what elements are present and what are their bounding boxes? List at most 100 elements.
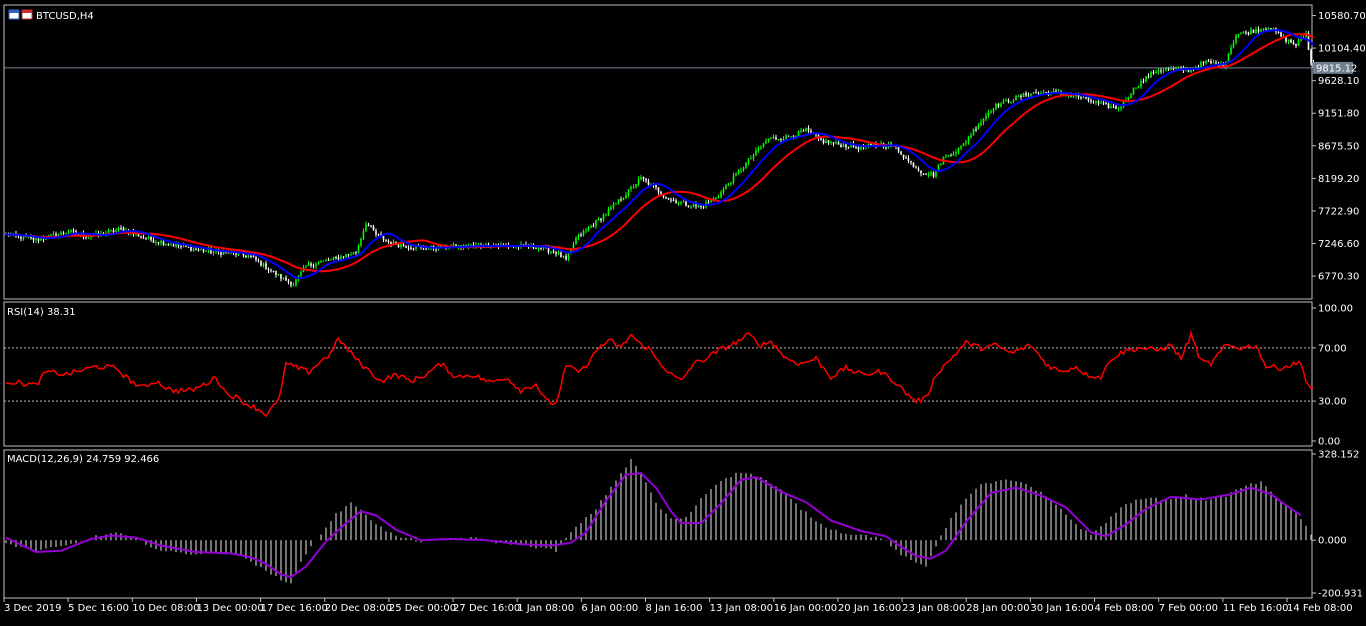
candle-body [305,265,307,268]
candle-body [307,263,310,266]
candle-body [37,238,40,241]
candle-body [970,135,972,138]
candle-body [1015,95,1017,101]
candle-body [920,170,922,174]
candle-body [212,251,215,253]
candle-body [802,130,805,132]
candle-body [757,148,760,151]
candle-body [842,144,845,148]
candle-body [945,155,947,157]
candle-body [272,270,275,272]
candle-body [205,250,207,252]
candle-body [320,261,322,263]
candle-body [167,244,170,246]
time-tick-label: 30 Jan 16:00 [1030,603,1093,614]
candle-body [735,173,737,176]
price-tick-label: 10104.40 [1318,44,1366,55]
candle-body [157,242,160,244]
candle-body [687,205,690,207]
candle-body [1097,101,1100,104]
candle-body [357,245,360,253]
candle-body [180,245,182,247]
candle-body [365,224,367,231]
candle-body [1270,28,1272,30]
candle-body [1105,102,1107,104]
time-tick-label: 27 Dec 16:00 [453,603,520,614]
candle-body [1260,29,1262,32]
candle-body [692,204,695,207]
trading-chart-window[interactable]: BTCUSD,H4 RSI(14) 38.31 MACD(12,26,9) 24… [0,0,1366,622]
chart-canvas[interactable]: BTCUSD,H4 RSI(14) 38.31 MACD(12,26,9) 24… [0,0,1366,622]
candle-body [1025,93,1027,96]
candle-body [1295,43,1297,46]
candle-body [405,245,407,248]
candle-body [1157,70,1160,72]
price-tick-label: 8675.50 [1318,141,1359,152]
time-tick-label: 20 Dec 08:00 [325,603,392,614]
candle-body [975,129,977,131]
candle-body [750,158,752,160]
candle-body [977,125,980,130]
candle-body [575,237,577,245]
candle-body [897,146,900,152]
candle-body [1287,39,1290,42]
candle-body [400,244,402,247]
candle-body [670,199,672,201]
price-tick-label: 6770.30 [1318,272,1359,283]
candle-body [327,260,330,262]
candle-body [930,172,932,175]
candle-body [1162,70,1165,72]
candle-body [62,232,65,234]
candle-body [807,128,810,131]
candle-body [822,139,825,144]
candle-body [355,252,357,254]
candle-body [1262,28,1265,30]
rsi-tick-label: 70.00 [1318,343,1347,354]
candle-body [117,227,120,231]
candle-body [317,262,320,265]
candle-body [90,236,92,238]
candle-body [72,230,75,232]
candle-body [985,115,987,119]
candle-body [647,180,650,185]
candle-body [972,129,975,136]
candle-body [637,179,640,185]
candle-body [1012,100,1015,102]
candle-body [797,130,800,136]
candle-body [1272,28,1275,30]
candle-body [695,204,697,207]
time-tick-label: 10 Dec 08:00 [132,603,199,614]
candle-body [752,155,755,159]
candle-body [947,155,950,157]
candle-body [902,154,905,158]
candle-body [1167,68,1170,70]
candle-body [1257,29,1260,32]
candle-body [280,274,282,279]
candle-body [707,202,710,204]
candle-body [387,240,390,242]
candle-body [885,146,887,148]
candle-body [337,257,340,260]
candle-body [697,205,700,207]
candle-body [110,230,112,232]
candle-body [282,277,285,279]
candle-body [635,184,637,188]
candle-body [1095,101,1097,103]
candle-body [577,234,580,238]
candle-body [32,237,35,241]
candle-body [1145,76,1147,82]
candle-body [1205,60,1207,64]
candle-body [665,196,667,199]
candle-body [830,142,832,144]
candle-body [1245,31,1247,33]
candle-body [627,189,630,196]
price-tick-label: 9628.10 [1318,76,1359,87]
candle-body [312,265,315,267]
candle-body [192,248,195,251]
candle-body [732,175,735,183]
candle-body [377,234,380,236]
candle-body [1107,103,1110,109]
candle-body [1207,60,1210,62]
rsi-tick-label: 0.00 [1318,437,1340,448]
candle-body [927,174,930,176]
